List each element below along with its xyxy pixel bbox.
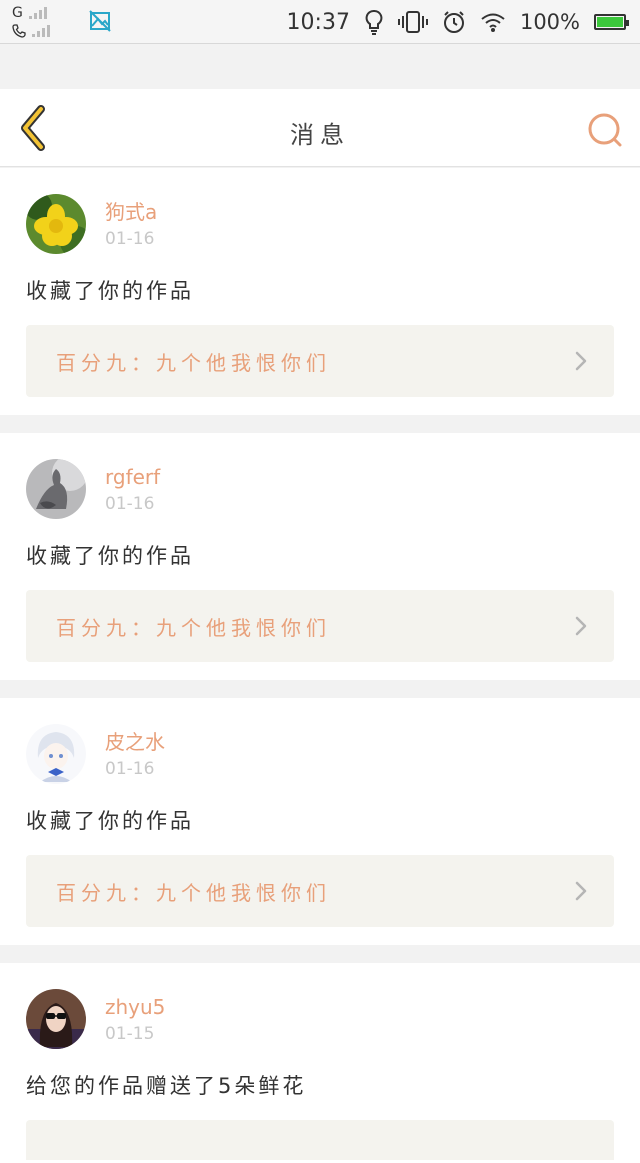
work-link[interactable]: 百分九：九个他我恨你们 [26,855,614,927]
work-title: 百分九：九个他我恨你们 [56,350,331,375]
message-list: 狗式a 01-16 收藏了你的作品 百分九：九个他我恨你们 rgferf 01-… [0,168,640,1163]
page-title: 消息 [290,121,350,149]
battery-icon [594,14,629,30]
username[interactable]: rgferf [105,465,160,489]
header-spacer [0,45,640,89]
carrier-label: G [12,5,23,21]
message-date: 01-16 [105,494,155,514]
action-text: 收藏了你的作品 [26,279,194,303]
username[interactable]: 皮之水 [105,730,165,754]
chevron-right-icon [575,881,587,901]
username[interactable]: zhyu5 [105,995,165,1019]
phone-signal-icon [12,24,26,38]
status-bar: G 10:37 100% [0,0,640,44]
work-link[interactable]: 百分九：九个他我恨你们 [26,325,614,397]
image-icon [89,10,111,32]
clock: 10:37 [286,9,350,35]
battery-percent: 100% [519,10,580,34]
anime-girl-avatar[interactable] [26,724,86,784]
action-text: 收藏了你的作品 [26,809,194,833]
work-title: 百分九：九个他我恨你们 [56,880,331,905]
work-link[interactable]: 百分九：九个他我恨你们 [26,590,614,662]
message-card: rgferf 01-16 收藏了你的作品 百分九：九个他我恨你们 [0,433,640,680]
message-card: 皮之水 01-16 收藏了你的作品 百分九：九个他我恨你们 [0,698,640,945]
vibrate-icon [397,11,428,33]
yellow-flower-avatar[interactable] [26,194,86,254]
bulb-icon [365,10,383,35]
gray-figure-avatar[interactable] [26,459,86,519]
chevron-right-icon [575,616,587,636]
sunglasses-girl-avatar[interactable] [26,989,86,1049]
status-right: 10:37 100% [286,8,629,36]
nav-bar: 消息 [0,89,640,167]
wifi-icon [481,13,505,32]
search-icon[interactable] [586,111,626,151]
work-link[interactable] [26,1120,614,1160]
action-text: 给您的作品赠送了5朵鲜花 [26,1074,307,1098]
message-date: 01-16 [105,229,155,249]
action-text: 收藏了你的作品 [26,544,194,568]
signal-group: G [12,4,50,40]
chevron-right-icon [575,351,587,371]
message-date: 01-15 [105,1024,155,1044]
alarm-icon [443,11,464,33]
signal-icon [28,7,47,19]
message-card: 狗式a 01-16 收藏了你的作品 百分九：九个他我恨你们 [0,168,640,415]
username[interactable]: 狗式a [105,200,157,224]
message-card: zhyu5 01-15 给您的作品赠送了5朵鲜花 [0,963,640,1163]
signal-icon-2 [32,25,50,37]
work-title: 百分九：九个他我恨你们 [56,615,331,640]
message-date: 01-16 [105,759,155,779]
